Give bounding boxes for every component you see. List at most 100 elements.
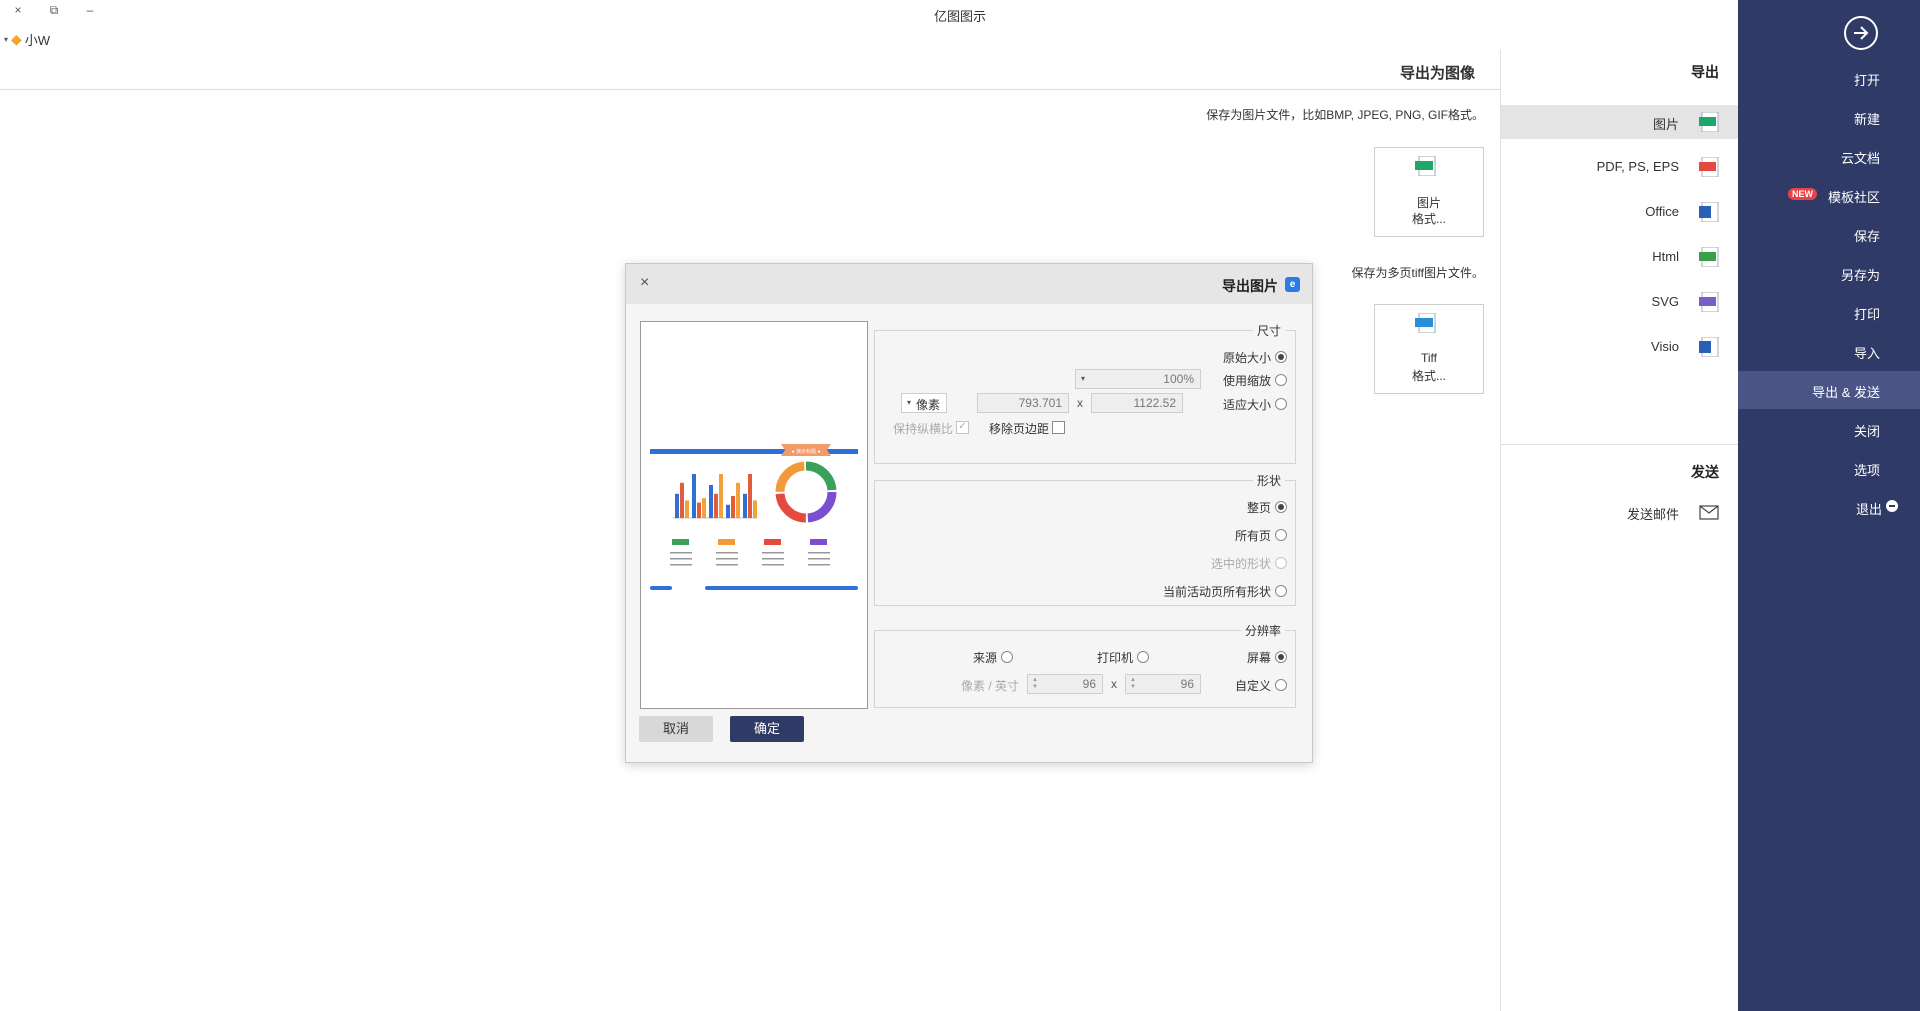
selected-shapes-radio[interactable] — [1275, 557, 1287, 569]
arrow-right-icon — [1854, 26, 1869, 40]
header-divider — [0, 89, 1738, 90]
close-window-button[interactable]: × — [8, 3, 28, 17]
html-icon — [1699, 247, 1719, 267]
send-section-title: 发送 — [1691, 464, 1719, 480]
whole-page-label: 整页 — [1246, 501, 1271, 515]
dpi-y-input[interactable]: ▲ ▼ 96 — [1027, 674, 1103, 694]
fit-size-radio[interactable] — [1275, 398, 1287, 410]
jpg-icon — [1699, 112, 1719, 132]
section-divider — [1501, 444, 1739, 445]
user-name: 小W — [24, 33, 51, 48]
export-item-label: Html — [1652, 249, 1679, 264]
backstage-sidebar: 打开 新建 云文档 NEW 模板社区 保存 另存为 打印 导入 导出 & 发送 … — [1738, 0, 1920, 1011]
export-pdf-item[interactable]: PDF, PS, EPS — [1501, 150, 1739, 184]
export-item-label: Office — [1645, 204, 1679, 219]
unit-select[interactable]: ▾ 像素 — [901, 393, 947, 413]
sidebar-item-export-send[interactable]: 导出 & 发送 — [1738, 371, 1920, 409]
image-export-description: 保存为图片文件，比如BMP, JPEG, PNG, GIF格式。 — [1206, 108, 1484, 122]
printer-radio[interactable] — [1137, 651, 1149, 663]
preview-bar — [685, 500, 689, 518]
send-email-item[interactable]: 发送邮件 — [1501, 495, 1739, 529]
app-title: 亿图图示 — [933, 9, 986, 24]
vip-diamond-icon: ◆ — [11, 31, 22, 47]
export-visio-item[interactable]: Visio — [1501, 330, 1739, 364]
sidebar-item-label: 打印 — [1853, 307, 1880, 322]
source-radio[interactable] — [1001, 651, 1013, 663]
dpi-unit-label: 像素 / 英寸 — [960, 679, 1019, 693]
zoom-select[interactable]: ▾ 100% — [1075, 369, 1201, 389]
sidebar-item-label: 选项 — [1853, 463, 1880, 478]
chevron-down-icon: ▾ — [907, 398, 912, 407]
page-title: 导出为图像 — [1399, 65, 1475, 82]
ok-button[interactable]: 确定 — [730, 716, 804, 742]
preview-text-line — [762, 558, 784, 560]
back-button[interactable] — [1844, 16, 1878, 50]
sidebar-item-save[interactable]: 保存 — [1738, 215, 1920, 253]
restore-window-button[interactable]: ⧉ — [44, 3, 64, 18]
width-input[interactable]: 1122.52 — [1091, 393, 1183, 413]
sidebar-item-label: 模板社区 — [1827, 190, 1880, 205]
preview-bar — [731, 496, 735, 518]
cancel-button[interactable]: 取消 — [639, 716, 713, 742]
preview-canvas: ● 演示标题 ● — [650, 444, 858, 590]
export-image-item[interactable]: 图片 — [1501, 105, 1739, 139]
preview-text-line — [670, 552, 692, 554]
export-item-label: SVG — [1651, 294, 1679, 309]
app-logo-icon: e — [1285, 277, 1300, 292]
zoom-value: 100% — [1163, 372, 1194, 386]
preview-text-line — [762, 552, 784, 554]
user-menu[interactable]: ▾ ◆ 小W — [4, 30, 50, 49]
export-svg-item[interactable]: SVG — [1501, 285, 1739, 319]
dpi-x-input[interactable]: ▲ ▼ 96 — [1125, 674, 1201, 694]
sidebar-item-import[interactable]: 导入 — [1738, 332, 1920, 370]
preview-text-line — [716, 564, 738, 566]
screen-radio[interactable] — [1275, 651, 1287, 663]
zoom-radio[interactable] — [1275, 374, 1287, 386]
export-html-item[interactable]: Html — [1501, 240, 1739, 274]
current-page-shapes-radio[interactable] — [1275, 585, 1287, 597]
tiff-format-card[interactable]: Tiff 格式... — [1374, 304, 1484, 394]
spinner-icon: ▲ ▼ — [1032, 677, 1038, 690]
sidebar-item-label: 保存 — [1853, 229, 1880, 244]
custom-resolution-radio[interactable] — [1275, 679, 1287, 691]
send-item-label: 发送邮件 — [1626, 507, 1679, 522]
remove-margin-checkbox[interactable] — [1052, 421, 1065, 434]
printer-label: 打印机 — [1096, 651, 1133, 665]
preview-text-line — [670, 558, 692, 560]
sidebar-item-new[interactable]: 新建 — [1738, 98, 1920, 136]
unit-value: 像素 — [915, 398, 940, 412]
resolution-group-title: 分辨率 — [1240, 622, 1285, 639]
whole-page-radio[interactable] — [1275, 501, 1287, 513]
preview-text-line — [670, 564, 692, 566]
new-badge: NEW — [1788, 188, 1817, 200]
sidebar-item-cloud[interactable]: 云文档 — [1738, 137, 1920, 175]
sidebar-item-save-as[interactable]: 另存为 — [1738, 254, 1920, 292]
source-label: 来源 — [972, 651, 997, 665]
sidebar-item-options[interactable]: 选项 — [1738, 449, 1920, 487]
export-section-title: 导出 — [1691, 64, 1719, 80]
sidebar-item-close[interactable]: 关闭 — [1738, 410, 1920, 448]
export-office-item[interactable]: Office — [1501, 195, 1739, 229]
tiff-icon — [1415, 313, 1436, 333]
card-label: Tiff — [1420, 351, 1437, 365]
card-label: 图片 — [1416, 196, 1441, 210]
title-bar: 亿图图示 × ⧉ – — [0, 0, 1738, 26]
sidebar-item-open[interactable]: 打开 — [1738, 59, 1920, 97]
all-pages-radio[interactable] — [1275, 529, 1287, 541]
sidebar-item-label: 云文档 — [1840, 151, 1880, 166]
preview-bar — [748, 474, 752, 518]
preview-legend-tag — [810, 539, 827, 545]
close-icon[interactable]: × — [640, 274, 649, 292]
minimize-window-button[interactable]: – — [80, 3, 100, 17]
sidebar-item-template-community[interactable]: NEW 模板社区 — [1738, 176, 1920, 214]
keep-ratio-label: 保持纵横比 — [892, 422, 953, 436]
preview-bar — [714, 493, 718, 518]
keep-ratio-checkbox[interactable]: ✓ — [956, 421, 969, 434]
original-size-radio[interactable] — [1275, 351, 1287, 363]
height-input[interactable]: 793.701 — [977, 393, 1069, 413]
image-format-card[interactable]: 图片 格式... — [1374, 147, 1484, 237]
sidebar-item-exit[interactable]: 退出 — [1738, 488, 1920, 526]
sidebar-item-print[interactable]: 打印 — [1738, 293, 1920, 331]
sidebar-item-label: 另存为 — [1840, 268, 1880, 283]
sidebar-item-label: 打开 — [1853, 73, 1880, 88]
